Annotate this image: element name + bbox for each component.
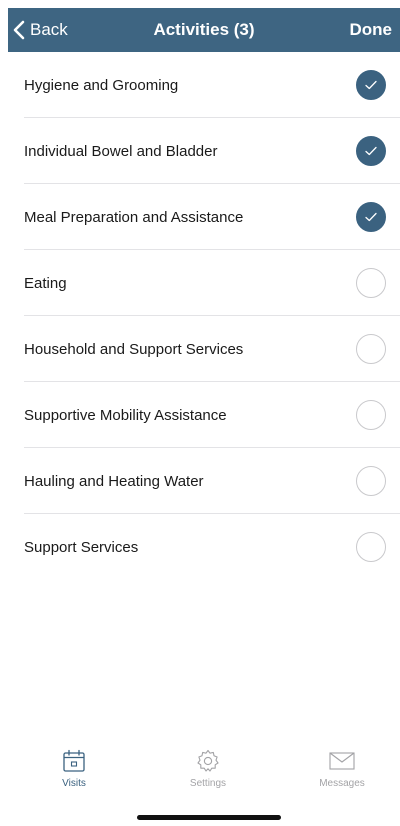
tab-settings[interactable]: Settings — [148, 748, 268, 789]
activity-row[interactable]: Meal Preparation and Assistance — [8, 184, 400, 250]
home-indicator[interactable] — [137, 815, 281, 820]
chevron-left-icon — [13, 20, 25, 40]
checked-circle-icon[interactable] — [356, 136, 386, 166]
activity-label: Supportive Mobility Assistance — [24, 406, 227, 424]
tab-messages[interactable]: Messages — [282, 748, 400, 789]
back-label: Back — [30, 20, 68, 39]
unchecked-circle-icon[interactable] — [356, 400, 386, 430]
activity-list: Hygiene and Grooming Individual Bowel an… — [8, 52, 400, 580]
done-button[interactable]: Done — [350, 8, 393, 52]
nav-bar: Back Activities (3) Done — [8, 8, 400, 52]
activities-screen: Back Activities (3) Done Hygiene and Gro… — [0, 0, 400, 826]
gear-icon — [197, 749, 219, 772]
checked-circle-icon[interactable] — [356, 202, 386, 232]
activity-row[interactable]: Individual Bowel and Bladder — [8, 118, 400, 184]
tab-bar: Visits Settings Messages — [0, 736, 400, 826]
tab-settings-label: Settings — [189, 778, 227, 789]
activity-row[interactable]: Support Services — [8, 514, 400, 580]
activity-label: Support Services — [24, 538, 139, 556]
activity-label: Eating — [24, 274, 67, 292]
activity-label: Individual Bowel and Bladder — [24, 142, 218, 160]
unchecked-circle-icon[interactable] — [356, 334, 386, 364]
activity-row[interactable]: Hauling and Heating Water — [8, 448, 400, 514]
tab-messages-label: Messages — [319, 778, 365, 789]
unchecked-circle-icon[interactable] — [356, 532, 386, 562]
tab-visits[interactable]: Visits — [14, 748, 134, 789]
activity-label: Meal Preparation and Assistance — [24, 208, 244, 226]
tab-visits-label: Visits — [62, 778, 86, 789]
calendar-icon — [63, 749, 85, 772]
envelope-icon — [329, 752, 355, 770]
activity-label: Household and Support Services — [24, 340, 244, 358]
back-button[interactable]: Back — [12, 8, 68, 52]
activity-row[interactable]: Supportive Mobility Assistance — [8, 382, 400, 448]
activity-row[interactable]: Eating — [8, 250, 400, 316]
activity-row[interactable]: Household and Support Services — [8, 316, 400, 382]
unchecked-circle-icon[interactable] — [356, 268, 386, 298]
activity-label: Hygiene and Grooming — [24, 76, 179, 94]
activity-label: Hauling and Heating Water — [24, 472, 204, 490]
activity-row[interactable]: Hygiene and Grooming — [8, 52, 400, 118]
unchecked-circle-icon[interactable] — [356, 466, 386, 496]
checked-circle-icon[interactable] — [356, 70, 386, 100]
